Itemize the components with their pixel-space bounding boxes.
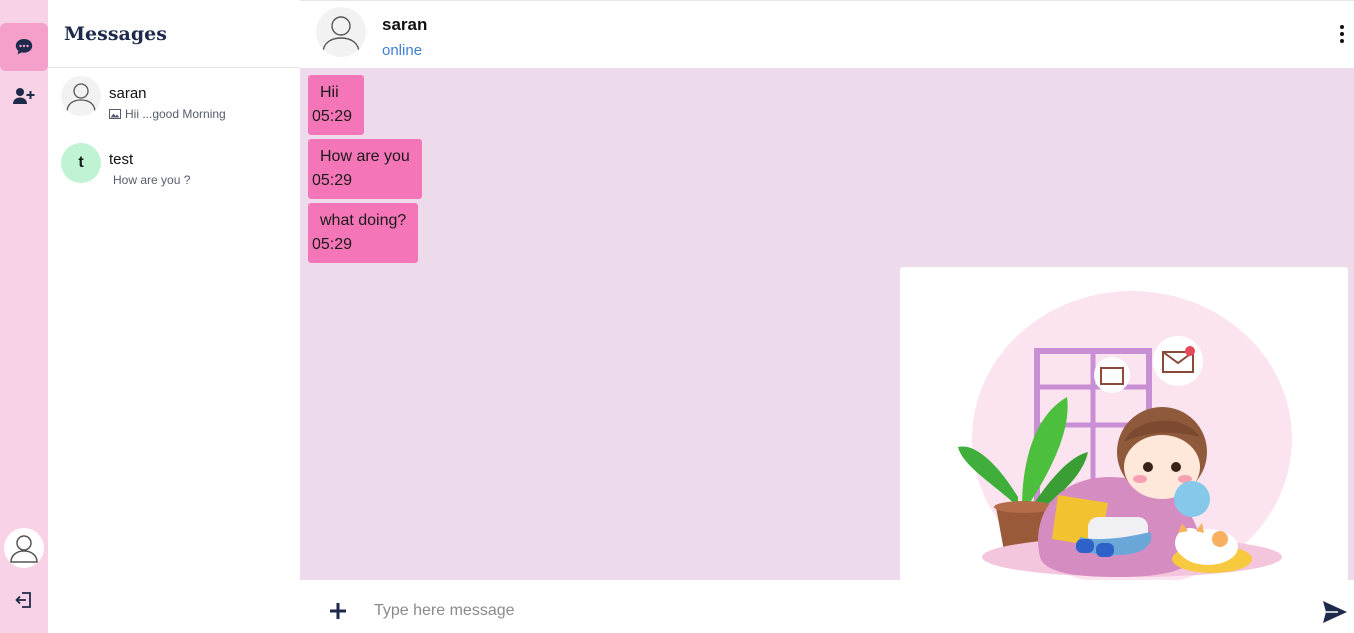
message-bubble: Hii 05:29 <box>308 75 365 135</box>
message-time: 05:29 <box>312 172 353 189</box>
user-avatar-icon <box>10 535 38 563</box>
preview-text: How are you ? <box>113 173 191 187</box>
conversation-name: test <box>109 151 134 168</box>
contact-avatar[interactable] <box>316 7 366 57</box>
conversation-list-header: Messages <box>48 0 300 68</box>
message-time: 05:29 <box>312 108 353 125</box>
profile-avatar[interactable] <box>4 528 44 568</box>
message-composer <box>300 580 1354 633</box>
conversation-item-test[interactable]: t test How are you ? <box>48 140 300 200</box>
preview-text: Hii ...good Morning <box>125 107 226 121</box>
contact-name: saran <box>382 15 428 34</box>
message-area[interactable]: Hii 05:29 How are you 05:29 what doing? … <box>300 68 1354 580</box>
user-placeholder-icon <box>322 16 360 54</box>
add-user-icon <box>13 88 35 104</box>
avatar: t <box>61 143 101 183</box>
logout-button[interactable] <box>0 588 48 612</box>
conversation-preview: How are you ? <box>113 173 190 187</box>
conversation-item-saran[interactable]: saran Hii ...good Morning <box>48 74 300 134</box>
chats-nav-button[interactable] <box>0 23 48 71</box>
chat-header: saran online <box>300 0 1354 68</box>
chat-bubble-icon <box>15 39 33 55</box>
plus-icon[interactable] <box>326 599 350 623</box>
message-text: How are you <box>320 148 410 165</box>
message-bubble: what doing? 05:29 <box>308 203 419 263</box>
illustration-image <box>958 291 1292 580</box>
logout-icon <box>15 592 31 608</box>
send-icon[interactable] <box>1322 600 1348 624</box>
message-text: what doing? <box>320 212 407 229</box>
kebab-menu-icon[interactable] <box>1338 25 1346 43</box>
image-message[interactable] <box>900 267 1348 580</box>
messages-title: Messages <box>64 23 167 45</box>
message-time: 05:29 <box>312 236 353 253</box>
message-bubble: How are you 05:29 <box>308 139 422 199</box>
message-input[interactable] <box>374 597 1274 625</box>
add-contact-nav-button[interactable] <box>0 83 48 109</box>
message-text: Hii <box>320 84 339 101</box>
contact-status: online <box>382 42 423 59</box>
image-icon <box>109 109 121 119</box>
conversation-name: saran <box>109 85 147 102</box>
avatar <box>61 76 101 116</box>
nav-rail <box>0 0 48 633</box>
conversation-preview: Hii ...good Morning <box>109 107 226 121</box>
user-placeholder-icon <box>66 83 96 113</box>
conversation-list-panel: Messages saran Hii ...good Morning t tes… <box>48 0 300 633</box>
